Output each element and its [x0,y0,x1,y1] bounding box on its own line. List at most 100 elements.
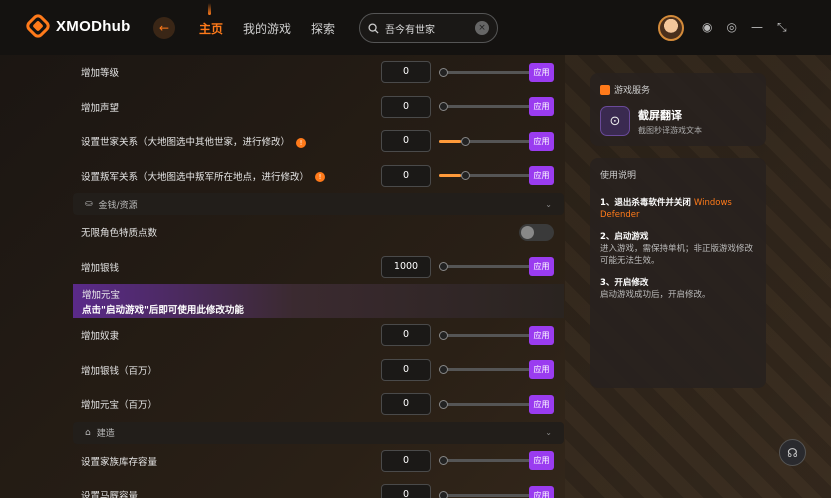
toggle-switch[interactable] [519,223,554,241]
screenshot-translate-icon: ⊙ [600,106,630,136]
slider-knob[interactable] [439,67,448,77]
clear-search-icon[interactable]: × [475,21,489,35]
setting-row: 增加元宝（百万） 0 应用 [73,387,564,422]
step-body: 启动游戏成功后，开启修改。 [600,290,711,300]
slider-knob[interactable] [460,171,470,181]
service-icon [600,84,610,95]
tab-my-games[interactable]: 我的游戏 [243,20,291,37]
service-title: 游戏服务 [614,86,651,96]
help-step: 2、启动游戏 进入游戏，需保持单机；非正版游戏修改可能无法生效。 [600,231,756,267]
slider-knob[interactable] [439,330,448,340]
value-input[interactable]: 0 [381,324,431,347]
service-desc: 截图秒译游戏文本 [638,125,702,135]
setting-row: 设置马厩容量 0 应用 [73,478,564,498]
setting-row: 设置家族库存容量 0 应用 [73,444,564,479]
apply-button[interactable]: 应用 [529,257,554,277]
money-row: 增加银钱 1000 应用 [73,250,564,285]
service-card: 游戏服务 ⊙ 截屏翻译 截图秒译游戏文本 [590,73,766,146]
setting-row: 设置叛军关系（大地图选中叛军所在地点，进行修改）! 0 应用 [73,159,564,194]
row-label-text: 设置家族库存容量 [81,456,158,468]
locked-banner: 增加元宝 点击"启动游戏"后即可使用此修改功能 [73,284,564,318]
value-input[interactable]: 0 [381,358,431,381]
step-heading-text: 3、开启修改 [600,278,649,288]
minimize-icon[interactable]: — [751,20,763,35]
support-button[interactable]: ☊ [779,439,806,466]
row-label-text: 设置世家关系（大地图选中其他世家，进行修改） [81,137,291,149]
info-icon[interactable]: ! [296,137,307,148]
slider-fill [439,174,461,178]
value-input[interactable]: 0 [381,164,431,187]
app-logo[interactable]: XMODhub [23,11,131,41]
step-heading: 3、开启修改 [600,277,756,289]
search-box: × [359,13,498,43]
avatar[interactable] [658,15,684,41]
info-icon[interactable]: ! [315,172,326,183]
step-body: 进入游戏，需保持单机；非正版游戏修改可能无法生效。 [600,244,754,266]
apply-button[interactable]: 应用 [529,62,554,82]
banner-notice: 点击"启动游戏"后即可使用此修改功能 [82,305,244,316]
apply-button[interactable]: 应用 [529,97,554,117]
row-label-text: 增加声望 [81,102,120,114]
app-name: XMODhub [56,17,131,35]
step-heading: 1、退出杀毒软件并关闭 Windows Defender [600,197,756,221]
building-icon: ⌂ [85,427,91,438]
section-title: 建造 [96,429,115,439]
value-input[interactable]: 0 [381,95,431,118]
row-label-text: 增加银钱（百万） [81,365,158,377]
headset-icon: ☊ [787,445,798,460]
row-label-text: 增加等级 [81,68,120,80]
slider-fill [439,139,461,143]
setting-row: 增加银钱（百万） 0 应用 [73,353,564,388]
help-card: 使用说明 1、退出杀毒软件并关闭 Windows Defender 2、启动游戏进… [590,158,766,388]
translate-service[interactable]: ⊙ 截屏翻译 截图秒译游戏文本 [600,106,756,136]
apply-button[interactable]: 应用 [529,394,554,414]
settings-ring-icon[interactable]: ◉ [702,20,712,35]
banner-title: 增加元宝 [82,290,121,301]
section-money[interactable]: ⛀ 金钱/资源 ⌄ [73,193,564,215]
value-input[interactable]: 0 [381,393,431,416]
coin-icon: ⛀ [85,199,93,209]
setting-row: 增加声望 0 应用 [73,90,564,125]
help-title: 使用说明 [600,171,637,181]
apply-button[interactable]: 应用 [529,451,554,471]
chevron-down-icon: ⌄ [545,428,552,437]
slider-knob[interactable] [439,490,448,498]
help-step: 1、退出杀毒软件并关闭 Windows Defender [600,197,756,221]
slider-knob[interactable] [439,399,448,409]
value-input[interactable]: 0 [381,484,431,498]
slider-knob[interactable] [460,136,470,146]
search-icon [368,22,379,34]
row-label-text: 设置叛军关系（大地图选中叛军所在地点，进行修改） [81,171,310,183]
collapse-icon[interactable]: ⤡ [777,20,787,35]
search-input[interactable] [385,22,465,34]
value-input[interactable]: 0 [381,61,431,84]
value-input[interactable]: 0 [381,130,431,153]
chevron-down-icon: ⌄ [545,199,552,209]
apply-button[interactable]: 应用 [529,485,554,498]
setting-row: 增加等级 0 应用 [73,55,564,90]
apply-button[interactable]: 应用 [529,325,554,345]
back-button[interactable]: ← [153,17,175,39]
logo-icon [23,11,53,41]
tab-home[interactable]: 主页 [199,3,223,37]
setting-row: 增加奴隶 0 应用 [73,318,564,353]
value-input[interactable]: 1000 [381,255,431,278]
apply-button[interactable]: 应用 [529,166,554,186]
toggle-row: 无限角色特质点数 [73,215,564,250]
section-build[interactable]: ⌂ 建造 ⌄ [73,421,564,444]
section-title: 金钱/资源 [98,200,138,211]
target-icon[interactable]: ◎ [726,20,736,35]
toggle-label: 无限角色特质点数 [81,228,158,240]
window-controls: ◉ ◎ — ⤡ [702,20,787,35]
value-input[interactable]: 0 [381,449,431,472]
apply-button[interactable]: 应用 [529,131,554,151]
main-nav: 主页 我的游戏 探索 [199,3,335,37]
tab-explore[interactable]: 探索 [311,20,335,37]
step-heading-text: 1、退出杀毒软件并关闭 [600,198,691,208]
cheat-list: 增加等级 0 应用 增加声望 0 应用 设置世家关系（大地图选中其他世家，进行修改）! 0 应用… [73,55,564,498]
service-name: 截屏翻译 [638,108,682,122]
apply-button[interactable]: 应用 [529,360,554,380]
top-bar: XMODhub ← 主页 我的游戏 探索 × ◉ ◎ — ⤡ [0,0,831,55]
row-label-text: 设置马厩容量 [81,491,139,498]
row-label-text: 增加奴隶 [81,331,120,343]
